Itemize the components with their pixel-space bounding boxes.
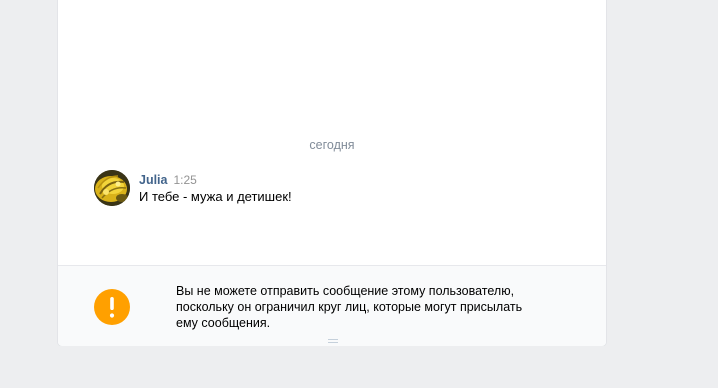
user-avatar[interactable] (94, 170, 130, 206)
notice-text: Вы не можете отправить сообщение этому п… (176, 283, 566, 331)
message-item: Julia 1:25 И тебе - мужа и детишек! (94, 170, 574, 210)
message-time[interactable]: 1:25 (174, 173, 197, 187)
resize-handle[interactable] (328, 339, 338, 343)
message-text: И тебе - мужа и детишек! (139, 189, 292, 204)
write-blocked-notice: Вы не можете отправить сообщение этому п… (58, 265, 606, 346)
notice-line: Вы не можете отправить сообщение этому п… (176, 284, 515, 298)
notice-line: поскольку он ограничил круг лиц, которые… (176, 300, 523, 314)
message-author[interactable]: Julia (139, 173, 168, 187)
message-header: Julia 1:25 (139, 171, 197, 189)
date-divider: сегодня (309, 138, 355, 152)
exclamation-icon (94, 289, 130, 325)
chat-panel: сегодня Julia 1:25 И тебе - мужа и детише… (57, 0, 607, 346)
notice-line: ему сообщения. (176, 316, 271, 330)
